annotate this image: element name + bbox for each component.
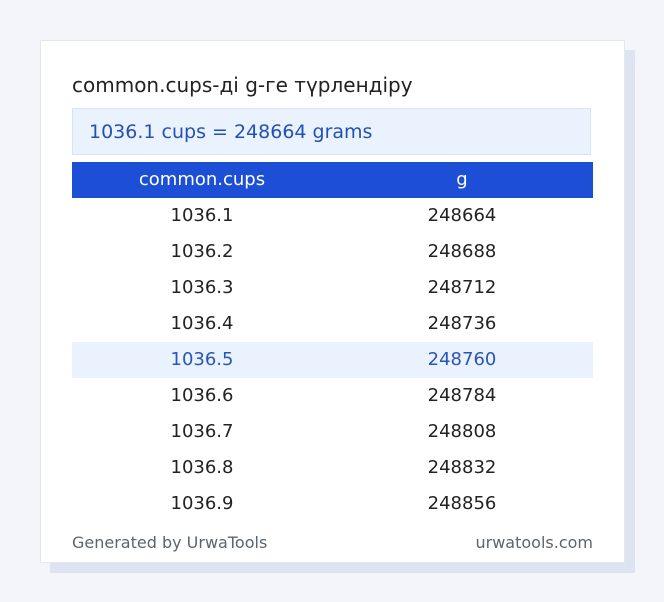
header-cups: common.cups	[138, 169, 266, 190]
table-row: 1036.2 248688	[72, 234, 593, 270]
cups-cell: 1036.4	[170, 313, 234, 334]
grams-cell: 248832	[427, 457, 497, 478]
header-g: g	[456, 169, 468, 190]
generated-by-text: Generated by UrwaTools	[72, 533, 268, 552]
table-row: 1036.6 248784	[72, 378, 593, 414]
cups-cell: 1036.1	[170, 205, 234, 226]
grams-cell: 248712	[427, 277, 497, 298]
table-row: 1036.7 248808	[72, 414, 593, 450]
table-row: 1036.4 248736	[72, 306, 593, 342]
cups-cell: 1036.9	[170, 493, 234, 514]
table-row: 1036.8 248832	[72, 450, 593, 486]
conversion-table: 1036.1 248664 1036.2 248688 1036.3 24871…	[72, 198, 593, 522]
cups-cell: 1036.6	[170, 385, 234, 406]
grams-cell: 248688	[427, 241, 497, 262]
converter-card: common.cups-ді g-ге түрлендіру 1036.1 cu…	[40, 40, 625, 563]
grams-cell: 248784	[427, 385, 497, 406]
grams-cell: 248664	[427, 205, 497, 226]
grams-cell: 248808	[427, 421, 497, 442]
table-row-highlighted: 1036.5 248760	[72, 342, 593, 378]
cups-cell: 1036.8	[170, 457, 234, 478]
result-text: 1036.1 cups = 248664 grams	[89, 121, 373, 143]
page-title: common.cups-ді g-ге түрлендіру	[72, 73, 413, 97]
table-header: common.cups g	[72, 162, 593, 198]
result-box: 1036.1 cups = 248664 grams	[72, 108, 591, 155]
table-row: 1036.9 248856	[72, 486, 593, 522]
cups-cell: 1036.5	[170, 349, 234, 370]
grams-cell: 248856	[427, 493, 497, 514]
site-link[interactable]: urwatools.com	[476, 533, 594, 552]
grams-cell: 248760	[427, 349, 497, 370]
cups-cell: 1036.2	[170, 241, 234, 262]
cups-cell: 1036.3	[170, 277, 234, 298]
cups-cell: 1036.7	[170, 421, 234, 442]
table-row: 1036.3 248712	[72, 270, 593, 306]
grams-cell: 248736	[427, 313, 497, 334]
table-row: 1036.1 248664	[72, 198, 593, 234]
